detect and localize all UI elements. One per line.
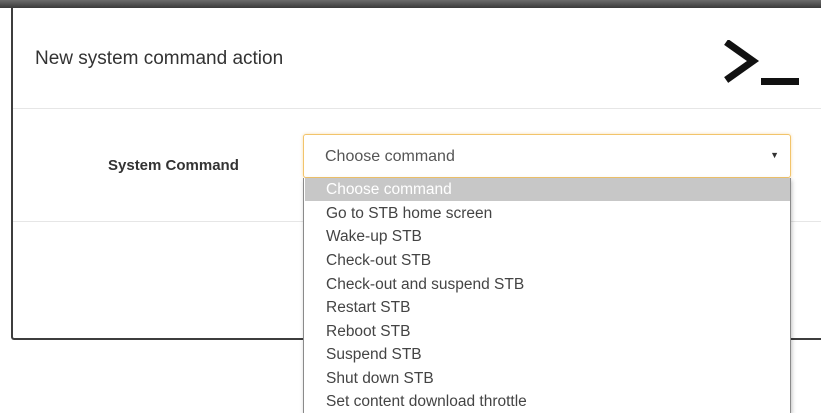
overlay-band bbox=[0, 0, 821, 8]
system-command-label: System Command bbox=[108, 157, 239, 174]
dropdown-option-check-out[interactable]: Check-out STB bbox=[305, 249, 790, 272]
dropdown-option-wake-up[interactable]: Wake-up STB bbox=[305, 225, 790, 248]
terminal-prompt-icon bbox=[724, 40, 799, 85]
select-current-value: Choose command bbox=[325, 148, 455, 165]
dialog-title: New system command action bbox=[35, 48, 284, 69]
dialog-header: New system command action bbox=[13, 8, 821, 109]
dropdown-option-restart[interactable]: Restart STB bbox=[305, 296, 790, 319]
dropdown-option-check-out-suspend[interactable]: Check-out and suspend STB bbox=[305, 273, 790, 296]
dropdown-option-shut-down[interactable]: Shut down STB bbox=[305, 367, 790, 390]
dropdown-option-suspend[interactable]: Suspend STB bbox=[305, 343, 790, 366]
dropdown-option-download-throttle[interactable]: Set content download throttle bbox=[305, 390, 790, 413]
dropdown-option-home-screen[interactable]: Go to STB home screen bbox=[305, 202, 790, 225]
chevron-down-icon: ▼ bbox=[770, 150, 779, 160]
dropdown-option-reboot[interactable]: Reboot STB bbox=[305, 320, 790, 343]
system-command-select[interactable]: Choose command ▼ bbox=[303, 134, 791, 178]
dropdown-option-choose-command[interactable]: Choose command bbox=[305, 178, 790, 201]
command-dropdown-list: Choose command Go to STB home screen Wak… bbox=[303, 178, 791, 413]
